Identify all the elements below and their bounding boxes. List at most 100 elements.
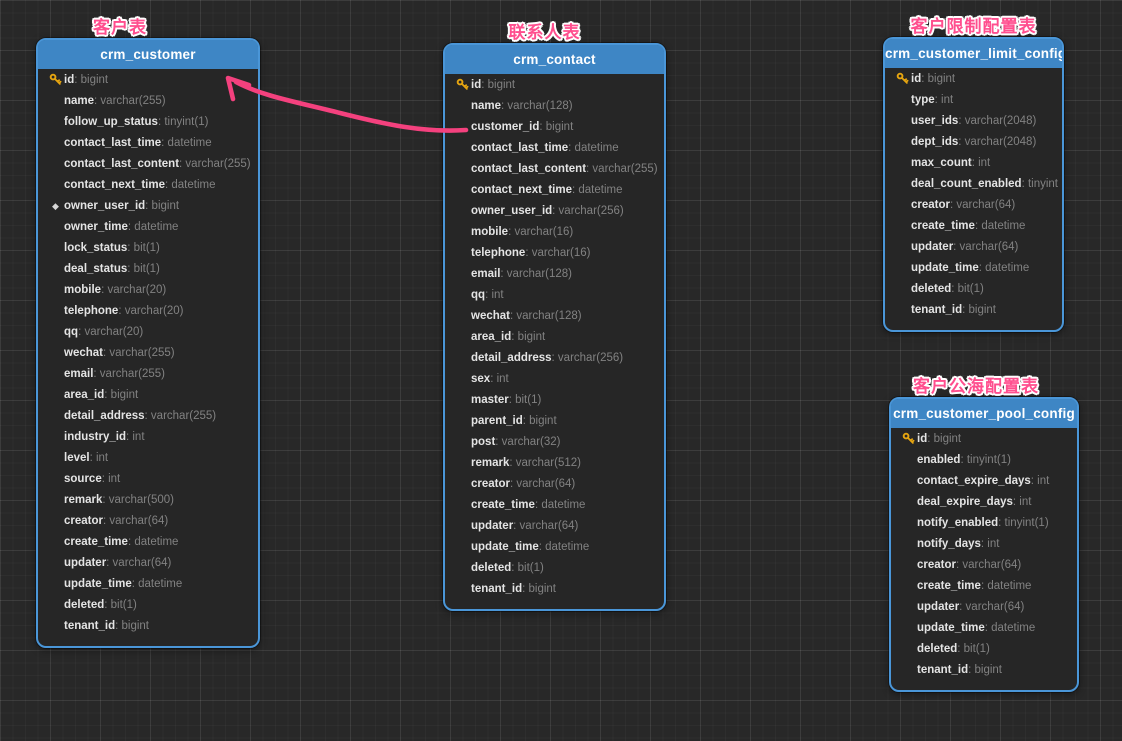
field-row-updater[interactable]: updater: varchar(64) [38, 552, 258, 573]
field-row-notify_days[interactable]: notify_days: int [891, 533, 1077, 554]
field-row-customer_id[interactable]: customer_id: bigint [445, 116, 664, 137]
field-row-notify_enabled[interactable]: notify_enabled: tinyint(1) [891, 512, 1077, 533]
field-row-industry_id[interactable]: industry_id: int [38, 426, 258, 447]
table-crm-customer-limit-config[interactable]: 客户限制配置表 crm_customer_limit_config id: bi… [883, 37, 1064, 332]
field-row-contact_last_content[interactable]: contact_last_content: varchar(255) [38, 153, 258, 174]
field-row-contact_last_time[interactable]: contact_last_time: datetime [445, 137, 664, 158]
diagram-canvas[interactable]: 客户表 crm_customer id: bigintname: varchar… [0, 0, 1122, 741]
field-type: : datetime [975, 220, 1026, 232]
table-crm-customer-pool-config[interactable]: 客户公海配置表 crm_customer_pool_config id: big… [889, 397, 1079, 692]
field-row-parent_id[interactable]: parent_id: bigint [445, 410, 664, 431]
field-row-type[interactable]: type: int [885, 89, 1062, 110]
field-row-follow_up_status[interactable]: follow_up_status: tinyint(1) [38, 111, 258, 132]
field-type: : varchar(128) [501, 100, 573, 112]
field-row-tenant_id[interactable]: tenant_id: bigint [885, 299, 1062, 320]
field-row-remark[interactable]: remark: varchar(500) [38, 489, 258, 510]
field-row-master[interactable]: master: bit(1) [445, 389, 664, 410]
field-name: id [471, 79, 481, 91]
field-row-creator[interactable]: creator: varchar(64) [891, 554, 1077, 575]
field-row-id[interactable]: id: bigint [445, 74, 664, 95]
field-name: email [64, 368, 93, 380]
table-title[interactable]: crm_customer_pool_config [891, 399, 1077, 428]
field-row-enabled[interactable]: enabled: tinyint(1) [891, 449, 1077, 470]
field-row-mobile[interactable]: mobile: varchar(16) [445, 221, 664, 242]
field-row-update_time[interactable]: update_time: datetime [38, 573, 258, 594]
table-crm-contact[interactable]: 联系人表 crm_contact id: bigintname: varchar… [443, 43, 666, 611]
field-row-contact_last_content[interactable]: contact_last_content: varchar(255) [445, 158, 664, 179]
field-row-email[interactable]: email: varchar(255) [38, 363, 258, 384]
field-icon-empty [454, 456, 471, 470]
table-annotation-label[interactable]: 客户限制配置表 [885, 12, 1062, 37]
field-icon-empty [454, 309, 471, 323]
table-title[interactable]: crm_contact [445, 45, 664, 74]
field-row-lock_status[interactable]: lock_status: bit(1) [38, 237, 258, 258]
field-row-contact_next_time[interactable]: contact_next_time: datetime [38, 174, 258, 195]
field-row-post[interactable]: post: varchar(32) [445, 431, 664, 452]
field-row-create_time[interactable]: create_time: datetime [885, 215, 1062, 236]
field-row-updater[interactable]: updater: varchar(64) [891, 596, 1077, 617]
field-row-deal_expire_days[interactable]: deal_expire_days: int [891, 491, 1077, 512]
table-crm-customer[interactable]: 客户表 crm_customer id: bigintname: varchar… [36, 38, 260, 648]
field-type: : datetime [161, 137, 212, 149]
field-row-update_time[interactable]: update_time: datetime [445, 536, 664, 557]
field-type: : varchar(64) [953, 241, 1018, 253]
field-row-update_time[interactable]: update_time: datetime [891, 617, 1077, 638]
field-row-tenant_id[interactable]: tenant_id: bigint [38, 615, 258, 636]
field-row-deleted[interactable]: deleted: bit(1) [445, 557, 664, 578]
field-row-mobile[interactable]: mobile: varchar(20) [38, 279, 258, 300]
field-row-creator[interactable]: creator: varchar(64) [885, 194, 1062, 215]
field-row-area_id[interactable]: area_id: bigint [445, 326, 664, 347]
table-title[interactable]: crm_customer_limit_config [885, 39, 1062, 68]
field-row-creator[interactable]: creator: varchar(64) [38, 510, 258, 531]
field-row-deleted[interactable]: deleted: bit(1) [885, 278, 1062, 299]
field-row-telephone[interactable]: telephone: varchar(16) [445, 242, 664, 263]
table-annotation-label[interactable]: 客户表 [10, 13, 230, 38]
field-row-create_time[interactable]: create_time: datetime [445, 494, 664, 515]
table-title[interactable]: crm_customer [38, 40, 258, 69]
field-row-creator[interactable]: creator: varchar(64) [445, 473, 664, 494]
field-row-updater[interactable]: updater: varchar(64) [885, 236, 1062, 257]
field-row-wechat[interactable]: wechat: varchar(255) [38, 342, 258, 363]
field-row-create_time[interactable]: create_time: datetime [891, 575, 1077, 596]
field-row-sex[interactable]: sex: int [445, 368, 664, 389]
field-icon-empty [894, 177, 911, 191]
field-row-update_time[interactable]: update_time: datetime [885, 257, 1062, 278]
field-row-source[interactable]: source: int [38, 468, 258, 489]
field-row-name[interactable]: name: varchar(128) [445, 95, 664, 116]
field-row-area_id[interactable]: area_id: bigint [38, 384, 258, 405]
field-row-deal_status[interactable]: deal_status: bit(1) [38, 258, 258, 279]
field-row-tenant_id[interactable]: tenant_id: bigint [445, 578, 664, 599]
field-row-level[interactable]: level: int [38, 447, 258, 468]
field-row-telephone[interactable]: telephone: varchar(20) [38, 300, 258, 321]
field-row-owner_user_id[interactable]: ◆owner_user_id: bigint [38, 195, 258, 216]
field-row-updater[interactable]: updater: varchar(64) [445, 515, 664, 536]
field-row-qq[interactable]: qq: varchar(20) [38, 321, 258, 342]
field-row-tenant_id[interactable]: tenant_id: bigint [891, 659, 1077, 680]
field-row-contact_expire_days[interactable]: contact_expire_days: int [891, 470, 1077, 491]
field-row-email[interactable]: email: varchar(128) [445, 263, 664, 284]
field-row-id[interactable]: id: bigint [38, 69, 258, 90]
field-row-name[interactable]: name: varchar(255) [38, 90, 258, 111]
field-row-id[interactable]: id: bigint [891, 428, 1077, 449]
table-annotation-label[interactable]: 联系人表 [435, 18, 654, 43]
field-row-qq[interactable]: qq: int [445, 284, 664, 305]
field-row-detail_address[interactable]: detail_address: varchar(256) [445, 347, 664, 368]
field-row-contact_next_time[interactable]: contact_next_time: datetime [445, 179, 664, 200]
field-row-user_ids[interactable]: user_ids: varchar(2048) [885, 110, 1062, 131]
field-row-owner_time[interactable]: owner_time: datetime [38, 216, 258, 237]
field-row-deleted[interactable]: deleted: bit(1) [891, 638, 1077, 659]
field-row-wechat[interactable]: wechat: varchar(128) [445, 305, 664, 326]
field-row-remark[interactable]: remark: varchar(512) [445, 452, 664, 473]
field-row-detail_address[interactable]: detail_address: varchar(255) [38, 405, 258, 426]
field-row-contact_last_time[interactable]: contact_last_time: datetime [38, 132, 258, 153]
field-row-max_count[interactable]: max_count: int [885, 152, 1062, 173]
table-annotation-label[interactable]: 客户公海配置表 [883, 372, 1069, 397]
field-row-owner_user_id[interactable]: owner_user_id: varchar(256) [445, 200, 664, 221]
field-icon-empty [47, 94, 64, 108]
field-row-dept_ids[interactable]: dept_ids: varchar(2048) [885, 131, 1062, 152]
field-row-id[interactable]: id: bigint [885, 68, 1062, 89]
field-row-create_time[interactable]: create_time: datetime [38, 531, 258, 552]
field-row-deleted[interactable]: deleted: bit(1) [38, 594, 258, 615]
relation-line[interactable] [236, 82, 466, 131]
field-row-deal_count_enabled[interactable]: deal_count_enabled: tinyint [885, 173, 1062, 194]
